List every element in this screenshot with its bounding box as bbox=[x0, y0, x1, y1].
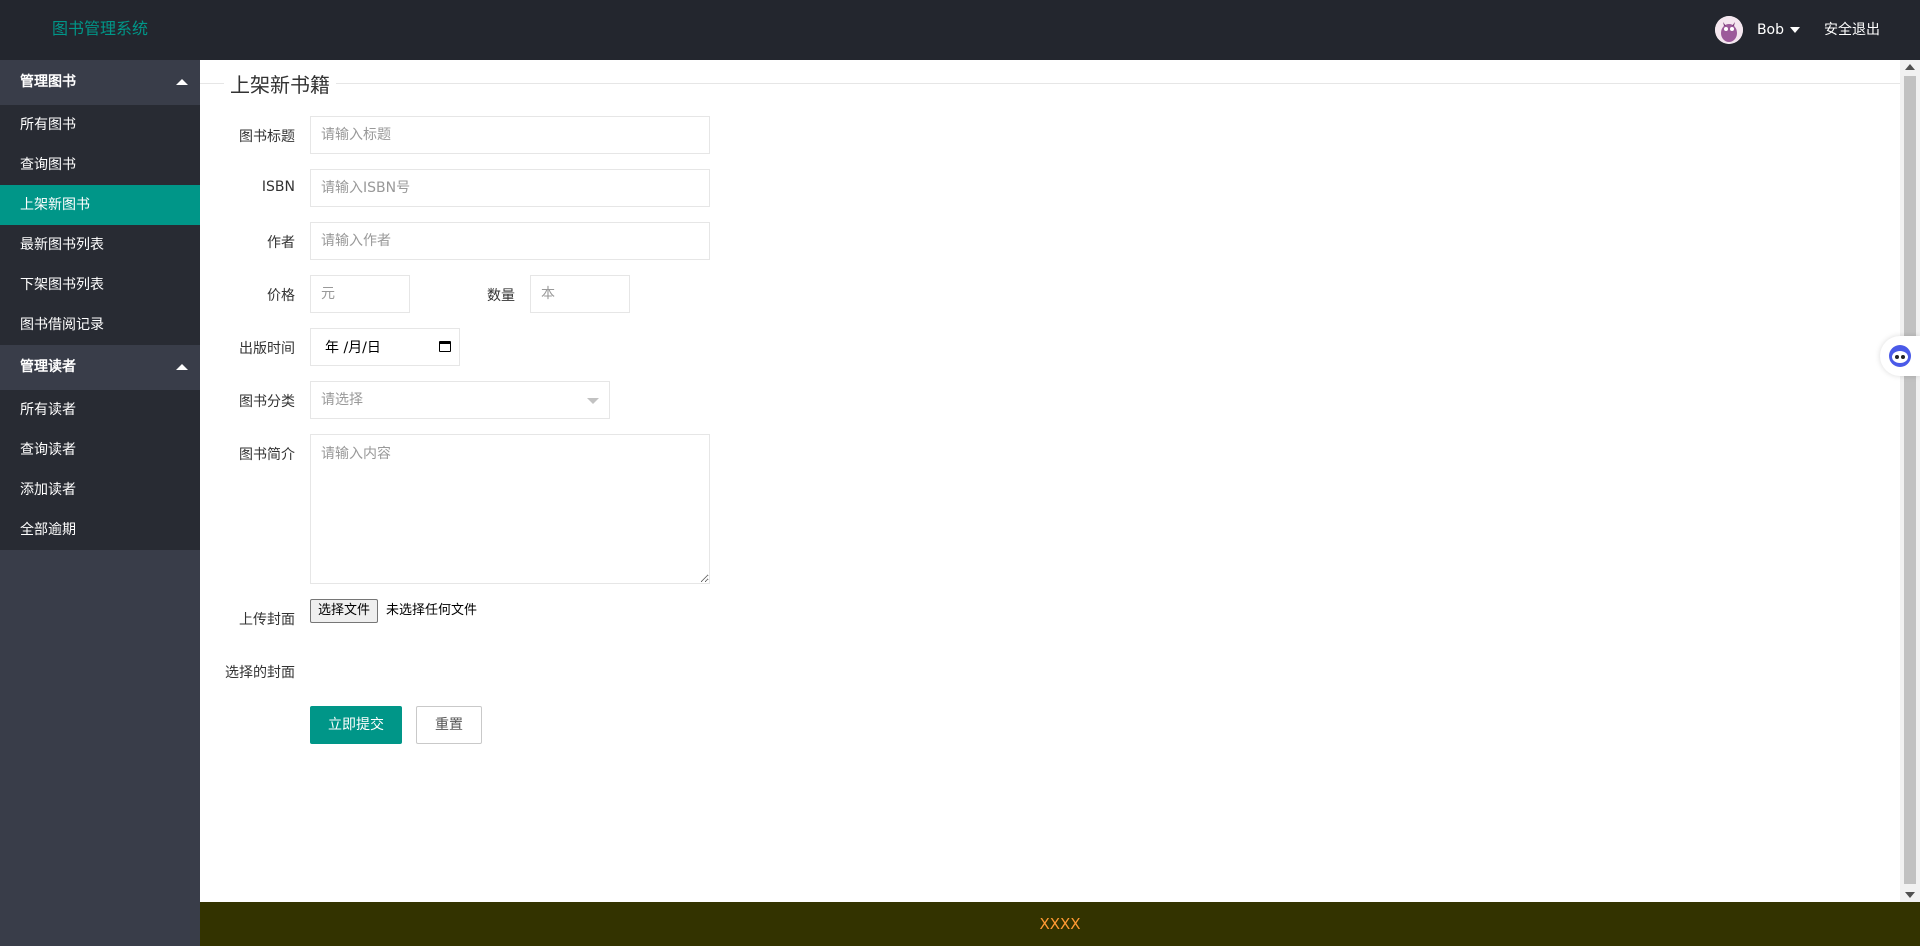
author-label: 作者 bbox=[267, 235, 295, 251]
sidebar-item-add-reader[interactable]: 添加读者 bbox=[0, 470, 200, 510]
sidebar: 管理图书 所有图书 查询图书 上架新图书 最新图书列表 下架图书列表 图书借阅记… bbox=[0, 60, 200, 946]
sidebar-item-all-overdue[interactable]: 全部逾期 bbox=[0, 510, 200, 550]
price-input[interactable] bbox=[310, 275, 410, 313]
app-logo[interactable]: 图书管理系统 bbox=[52, 0, 148, 58]
nav-list-books: 所有图书 查询图书 上架新图书 最新图书列表 下架图书列表 图书借阅记录 bbox=[0, 105, 200, 345]
assistant-icon[interactable] bbox=[1887, 343, 1913, 369]
user-name[interactable]: Bob bbox=[1757, 22, 1784, 38]
nav-group-title-books[interactable]: 管理图书 bbox=[0, 60, 200, 105]
main-content: 上架新书籍 图书标题 ISBN 作者 价格 数量 出版时间 年 /月/日 图书分… bbox=[200, 60, 1900, 902]
logout-link[interactable]: 安全退出 bbox=[1824, 0, 1880, 60]
intro-label: 图书简介 bbox=[239, 447, 295, 463]
sidebar-item-all-readers[interactable]: 所有读者 bbox=[0, 390, 200, 430]
sidebar-item-all-books[interactable]: 所有图书 bbox=[0, 105, 200, 145]
isbn-input[interactable] bbox=[310, 169, 710, 207]
pubdate-input[interactable]: 年 /月/日 bbox=[310, 328, 460, 366]
calendar-icon[interactable] bbox=[439, 341, 451, 352]
category-select[interactable]: 请选择 bbox=[310, 381, 610, 419]
title-label: 图书标题 bbox=[239, 129, 295, 145]
choose-file-button[interactable]: 选择文件 bbox=[310, 599, 379, 623]
fieldset-divider bbox=[200, 83, 1900, 84]
avatar[interactable] bbox=[1714, 16, 1743, 44]
category-label: 图书分类 bbox=[239, 394, 295, 410]
assistant-widget[interactable] bbox=[1880, 336, 1920, 376]
sidebar-item-search-books[interactable]: 查询图书 bbox=[0, 145, 200, 185]
nav-list-readers: 所有读者 查询读者 添加读者 全部逾期 bbox=[0, 390, 200, 550]
nav-group-readers: 管理读者 所有读者 查询读者 添加读者 全部逾期 bbox=[0, 345, 200, 550]
nav-group-title-readers[interactable]: 管理读者 bbox=[0, 345, 200, 390]
top-header: 图书管理系统 Bob 安全退出 bbox=[0, 0, 1920, 60]
scroll-down-icon[interactable] bbox=[1905, 892, 1915, 898]
scroll-up-icon[interactable] bbox=[1905, 64, 1915, 70]
selected-cover-label: 选择的封面 bbox=[225, 665, 295, 681]
caret-down-icon[interactable] bbox=[1790, 27, 1800, 33]
title-input[interactable] bbox=[310, 116, 710, 154]
intro-textarea[interactable] bbox=[310, 434, 710, 584]
user-menu[interactable]: Bob bbox=[1714, 0, 1800, 60]
price-label: 价格 bbox=[267, 288, 295, 304]
quantity-input[interactable] bbox=[530, 275, 630, 313]
caret-up-icon bbox=[176, 364, 188, 370]
sidebar-item-latest-books[interactable]: 最新图书列表 bbox=[0, 225, 200, 265]
reset-button[interactable]: 重置 bbox=[416, 706, 482, 744]
scroll-thumb[interactable] bbox=[1904, 76, 1916, 884]
sidebar-item-search-readers[interactable]: 查询读者 bbox=[0, 430, 200, 470]
category-select-value: 请选择 bbox=[321, 392, 363, 408]
chevron-down-icon bbox=[587, 398, 599, 404]
caret-up-icon bbox=[176, 79, 188, 85]
pubdate-label: 出版时间 bbox=[239, 341, 295, 357]
sidebar-item-add-book[interactable]: 上架新图书 bbox=[0, 185, 200, 225]
sidebar-item-borrow-records[interactable]: 图书借阅记录 bbox=[0, 305, 200, 345]
quantity-label: 数量 bbox=[487, 288, 515, 304]
page-title: 上架新书籍 bbox=[224, 69, 336, 98]
submit-button[interactable]: 立即提交 bbox=[310, 706, 402, 744]
nav-group-label: 管理图书 bbox=[20, 74, 76, 90]
sidebar-item-removed-books[interactable]: 下架图书列表 bbox=[0, 265, 200, 305]
author-input[interactable] bbox=[310, 222, 710, 260]
file-status: 未选择任何文件 bbox=[386, 603, 478, 618]
nav-group-label: 管理读者 bbox=[20, 359, 76, 375]
nav-group-books: 管理图书 所有图书 查询图书 上架新图书 最新图书列表 下架图书列表 图书借阅记… bbox=[0, 60, 200, 345]
pubdate-value: 年 /月/日 bbox=[325, 340, 381, 356]
cover-label: 上传封面 bbox=[239, 612, 295, 628]
footer: XXXX bbox=[200, 902, 1920, 946]
vertical-scrollbar[interactable] bbox=[1900, 60, 1920, 902]
isbn-label: ISBN bbox=[261, 179, 295, 195]
